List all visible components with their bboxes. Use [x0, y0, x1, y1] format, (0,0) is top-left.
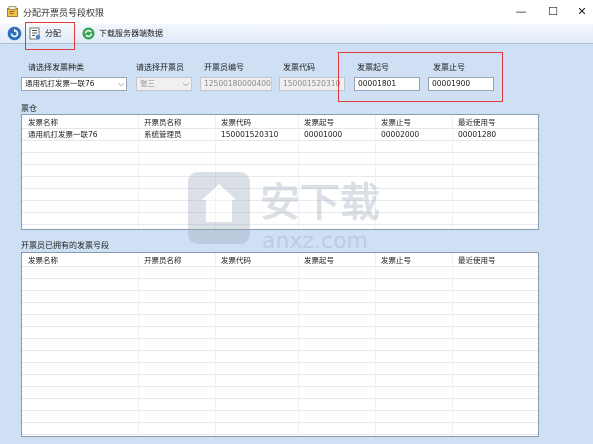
column-header[interactable]: 发票代码 — [221, 117, 251, 128]
maximize-button[interactable]: ☐ — [542, 4, 564, 20]
column-divider — [298, 253, 299, 436]
invoice-type-select[interactable]: 通用机打发票一联76 ⌵ — [21, 77, 127, 91]
drawer-value: 张三 — [140, 79, 155, 88]
chevron-down-icon: ⌵ — [117, 79, 124, 88]
drawer-select[interactable]: 张三 ⌵ — [136, 77, 192, 91]
watermark-brand: 安下载 — [260, 180, 380, 226]
end-no-cell: 00002000 — [381, 130, 420, 139]
toolbar: 分配 下载服务器端数据 — [0, 24, 593, 44]
minimize-button[interactable]: — — [510, 4, 532, 20]
column-header[interactable]: 开票员名称 — [144, 117, 182, 128]
drawer-name-cell: 系统管理员 — [144, 130, 182, 139]
title-bar: 分配开票员号段权限 — ☐ ✕ — [0, 0, 593, 24]
invoice-code-label: 发票代码 — [283, 63, 315, 72]
invoice-type-value: 通用机打发票一联76 — [25, 79, 95, 88]
column-header[interactable]: 最近使用号 — [458, 255, 496, 266]
drawer-no-value: 125001800004000505 — [204, 79, 271, 88]
invoice-type-label: 请选择发票种类 — [28, 63, 84, 72]
drawer-label: 请选择开票员 — [136, 63, 184, 72]
chevron-down-icon: ⌵ — [182, 79, 189, 88]
refresh-icon[interactable] — [7, 26, 22, 41]
column-header[interactable]: 发票名称 — [28, 255, 58, 266]
column-header[interactable]: 发票名称 — [28, 117, 58, 128]
drawer-no-label: 开票员编号 — [204, 63, 244, 72]
column-divider — [452, 253, 453, 436]
column-header[interactable]: 开票员名称 — [144, 255, 182, 266]
empty-rows — [22, 267, 538, 436]
app-icon — [7, 6, 18, 17]
column-divider — [138, 115, 139, 229]
owned-section-label: 开票员已拥有的发票号段 — [21, 241, 109, 250]
invoice-code-field: 150001520310 — [279, 77, 345, 91]
filter-panel: 请选择发票种类 通用机打发票一联76 ⌵ 请选择开票员 张三 ⌵ 开票员编号 1… — [0, 43, 593, 99]
drawer-no-field: 125001800004000505 — [200, 77, 272, 91]
column-header[interactable]: 发票起号 — [304, 117, 334, 128]
watermark-logo: 安下载 anxz.com — [188, 172, 380, 254]
column-divider — [138, 253, 139, 436]
number-range-highlight-box — [338, 52, 503, 102]
column-header[interactable]: 最近使用号 — [458, 117, 496, 128]
column-divider — [452, 115, 453, 229]
download-server-data-button[interactable]: 下载服务器端数据 — [82, 25, 163, 42]
last-used-no-cell: 00001280 — [458, 130, 497, 139]
stock-table-header: 发票名称 开票员名称 发票代码 发票起号 发票止号 最近使用号 — [22, 117, 538, 129]
invoice-code-value: 150001520310 — [283, 79, 341, 88]
column-header[interactable]: 发票止号 — [381, 117, 411, 128]
column-divider — [215, 253, 216, 436]
close-button[interactable]: ✕ — [571, 4, 593, 20]
invoice-name-cell: 通用机打发票一联76 — [28, 130, 98, 139]
watermark-domain: anxz.com — [262, 229, 368, 254]
stock-section-label: 票仓 — [21, 104, 37, 113]
window-title: 分配开票员号段权限 — [23, 9, 105, 19]
download-label: 下载服务器端数据 — [99, 29, 163, 38]
invoice-code-cell: 150001520310 — [221, 130, 279, 139]
start-no-cell: 00001000 — [304, 130, 343, 139]
table-row[interactable]: 通用机打发票一联76 系统管理员 150001520310 00001000 0… — [22, 129, 538, 141]
sync-icon — [82, 27, 95, 40]
owned-segments-table[interactable]: 发票名称 开票员名称 发票代码 发票起号 发票止号 最近使用号 — [21, 252, 539, 437]
column-divider — [375, 253, 376, 436]
